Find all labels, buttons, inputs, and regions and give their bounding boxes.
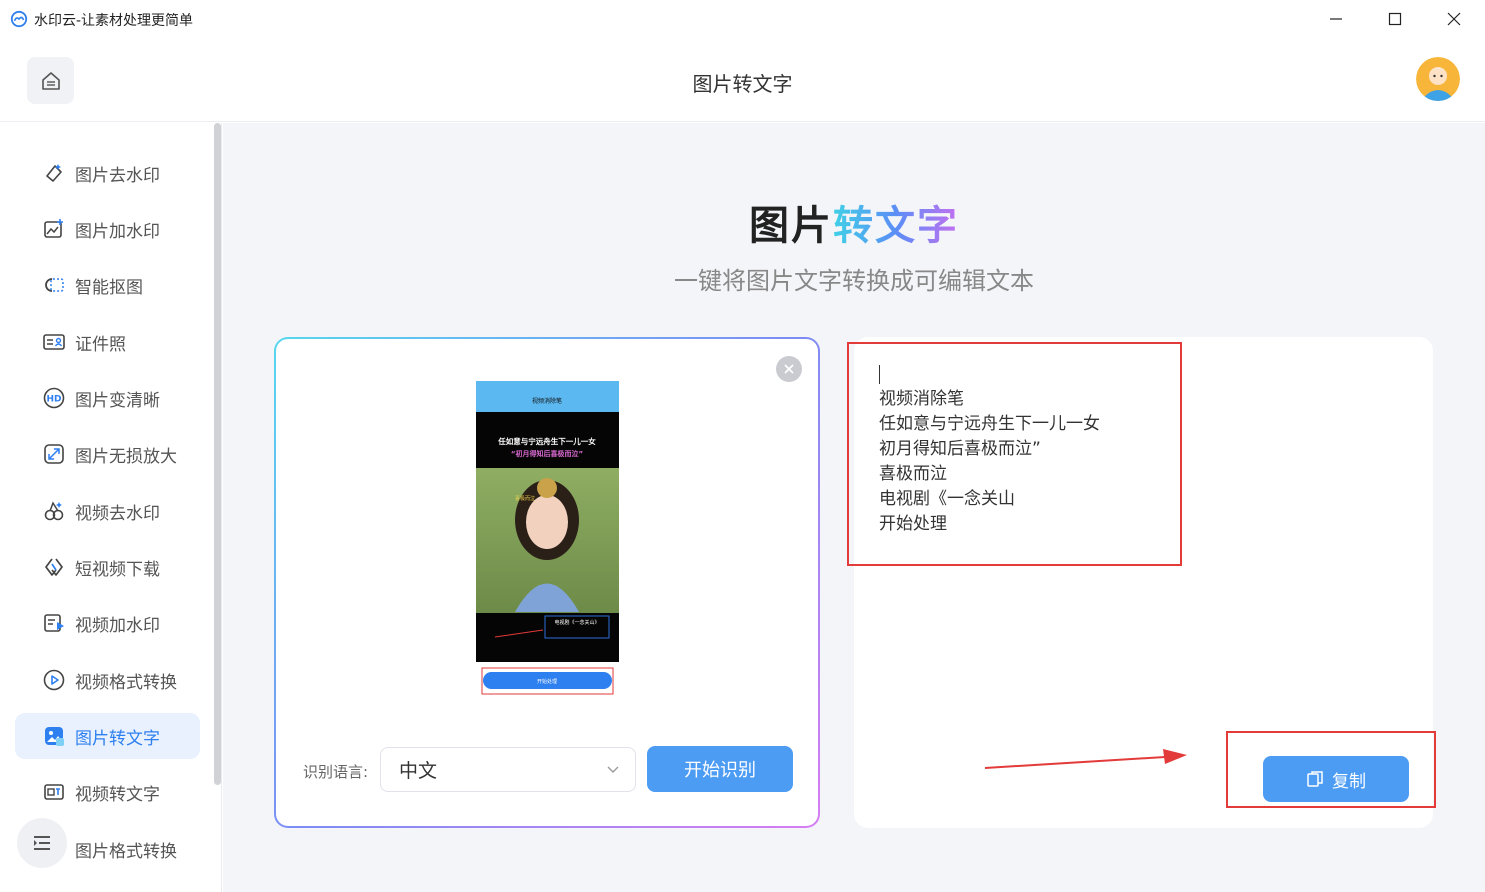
sidebar-item-image-enhance[interactable]: HD 图片变清晰 xyxy=(15,375,200,421)
annotation-arrow xyxy=(984,749,1187,769)
sidebar-item-label: 图片格式转换 xyxy=(75,841,177,862)
annotation-box-result xyxy=(847,342,1182,566)
close-icon xyxy=(1447,12,1461,26)
cutout-icon xyxy=(43,274,65,296)
overlay-text: 喜极而泣 xyxy=(515,495,535,502)
user-avatar-icon xyxy=(1416,57,1460,101)
sidebar-item-label: 视频加水印 xyxy=(75,615,160,636)
close-icon xyxy=(784,364,794,374)
avatar[interactable] xyxy=(1416,57,1460,101)
sidebar: 图片去水印 图片加水印 智能抠图 证件照 HD 图片变清晰 图片无损放大 视频去… xyxy=(0,123,222,892)
link-icon xyxy=(43,556,65,578)
sidebar-item-video-remove-watermark[interactable]: 视频去水印 xyxy=(15,488,200,534)
sidebar-item-video-to-text[interactable]: 视频转文字 xyxy=(15,769,200,815)
sidebar-item-video-add-watermark[interactable]: 视频加水印 xyxy=(15,600,200,646)
video-eraser-icon xyxy=(43,500,65,522)
play-circle-icon xyxy=(43,669,65,691)
app-header: 图片转文字 xyxy=(0,38,1485,122)
hero-title-plain: 图片 xyxy=(749,203,833,249)
upload-card: 视频消除笔 任如意与宁远舟生下一儿一女 “初月得知后喜极而泣” 喜极而泣 电视剧… xyxy=(274,337,820,828)
image-add-icon xyxy=(43,218,65,240)
sidebar-item-smart-cutout[interactable]: 智能抠图 xyxy=(15,262,200,308)
process-button-label: 开始处理 xyxy=(537,678,557,685)
sidebar-item-label: 视频去水印 xyxy=(75,503,160,524)
sidebar-item-label: 视频转文字 xyxy=(75,784,160,805)
sidebar-scrollbar[interactable] xyxy=(214,123,221,785)
caption-line-2: “初月得知后喜极而泣” xyxy=(511,449,583,458)
sidebar-item-image-add-watermark[interactable]: 图片加水印 xyxy=(15,206,200,252)
sidebar-item-label: 证件照 xyxy=(75,334,126,355)
phone-header-text: 视频消除笔 xyxy=(532,397,562,405)
sidebar-item-label: 短视频下载 xyxy=(75,559,160,580)
sidebar-item-image-to-text[interactable]: 图片转文字 xyxy=(15,713,200,759)
chevron-down-icon xyxy=(607,766,619,773)
sidebar-item-label: 图片无损放大 xyxy=(75,446,177,467)
svg-text:HD: HD xyxy=(46,395,61,405)
page-title: 图片转文字 xyxy=(692,72,793,96)
cloud-icon xyxy=(10,10,28,28)
minimize-button[interactable] xyxy=(1305,0,1367,38)
eraser-icon xyxy=(43,162,65,184)
hero-subtitle: 一键将图片文字转换成可编辑文本 xyxy=(674,267,1034,295)
language-select-value: 中文 xyxy=(399,760,438,782)
caption-line-1: 任如意与宁远舟生下一儿一女 xyxy=(497,436,596,446)
menu-collapse-icon xyxy=(34,836,50,850)
sidebar-item-id-photo[interactable]: 证件照 xyxy=(15,319,200,365)
minimize-icon xyxy=(1330,18,1342,20)
remove-image-button[interactable] xyxy=(776,356,802,382)
drama-label: 电视剧《一念关山》 xyxy=(554,619,599,626)
maximize-button[interactable] xyxy=(1364,0,1426,38)
hd-icon: HD xyxy=(43,387,65,409)
sidebar-item-video-format-convert[interactable]: 视频格式转换 xyxy=(15,657,200,703)
enlarge-icon xyxy=(43,443,65,465)
sidebar-item-label: 图片去水印 xyxy=(75,165,160,186)
sidebar-item-label: 视频格式转换 xyxy=(75,672,177,693)
language-label: 识别语言: xyxy=(303,763,369,781)
sidebar-item-label: 图片加水印 xyxy=(75,221,160,242)
close-window-button[interactable] xyxy=(1423,0,1485,38)
title-bar: 水印云-让素材处理更简单 xyxy=(0,0,1485,38)
hero-title-gradient: 转文字 xyxy=(833,203,959,249)
language-select[interactable]: 中文 xyxy=(380,747,636,792)
video-add-icon xyxy=(43,612,65,634)
sidebar-item-label: 图片转文字 xyxy=(75,728,160,749)
uploaded-image-preview: 视频消除笔 任如意与宁远舟生下一儿一女 “初月得知后喜极而泣” 喜极而泣 电视剧… xyxy=(475,380,620,695)
start-recognition-button[interactable]: 开始识别 xyxy=(647,746,793,792)
window-title: 水印云-让素材处理更简单 xyxy=(34,13,194,29)
video-text-icon xyxy=(43,781,65,803)
hero-title: 图片转文字 xyxy=(223,193,1485,251)
sidebar-item-image-enlarge[interactable]: 图片无损放大 xyxy=(15,431,200,477)
sidebar-item-image-remove-watermark[interactable]: 图片去水印 xyxy=(15,150,200,196)
sidebar-item-label: 图片变清晰 xyxy=(75,390,160,411)
collapse-sidebar-button[interactable] xyxy=(17,818,67,868)
image-text-icon xyxy=(43,725,65,747)
sidebar-item-short-video-download[interactable]: 短视频下载 xyxy=(15,544,200,590)
sidebar-item-label: 智能抠图 xyxy=(75,277,143,298)
id-card-icon xyxy=(43,331,65,353)
maximize-icon xyxy=(1388,12,1402,26)
annotation-box-copy xyxy=(1226,731,1436,808)
